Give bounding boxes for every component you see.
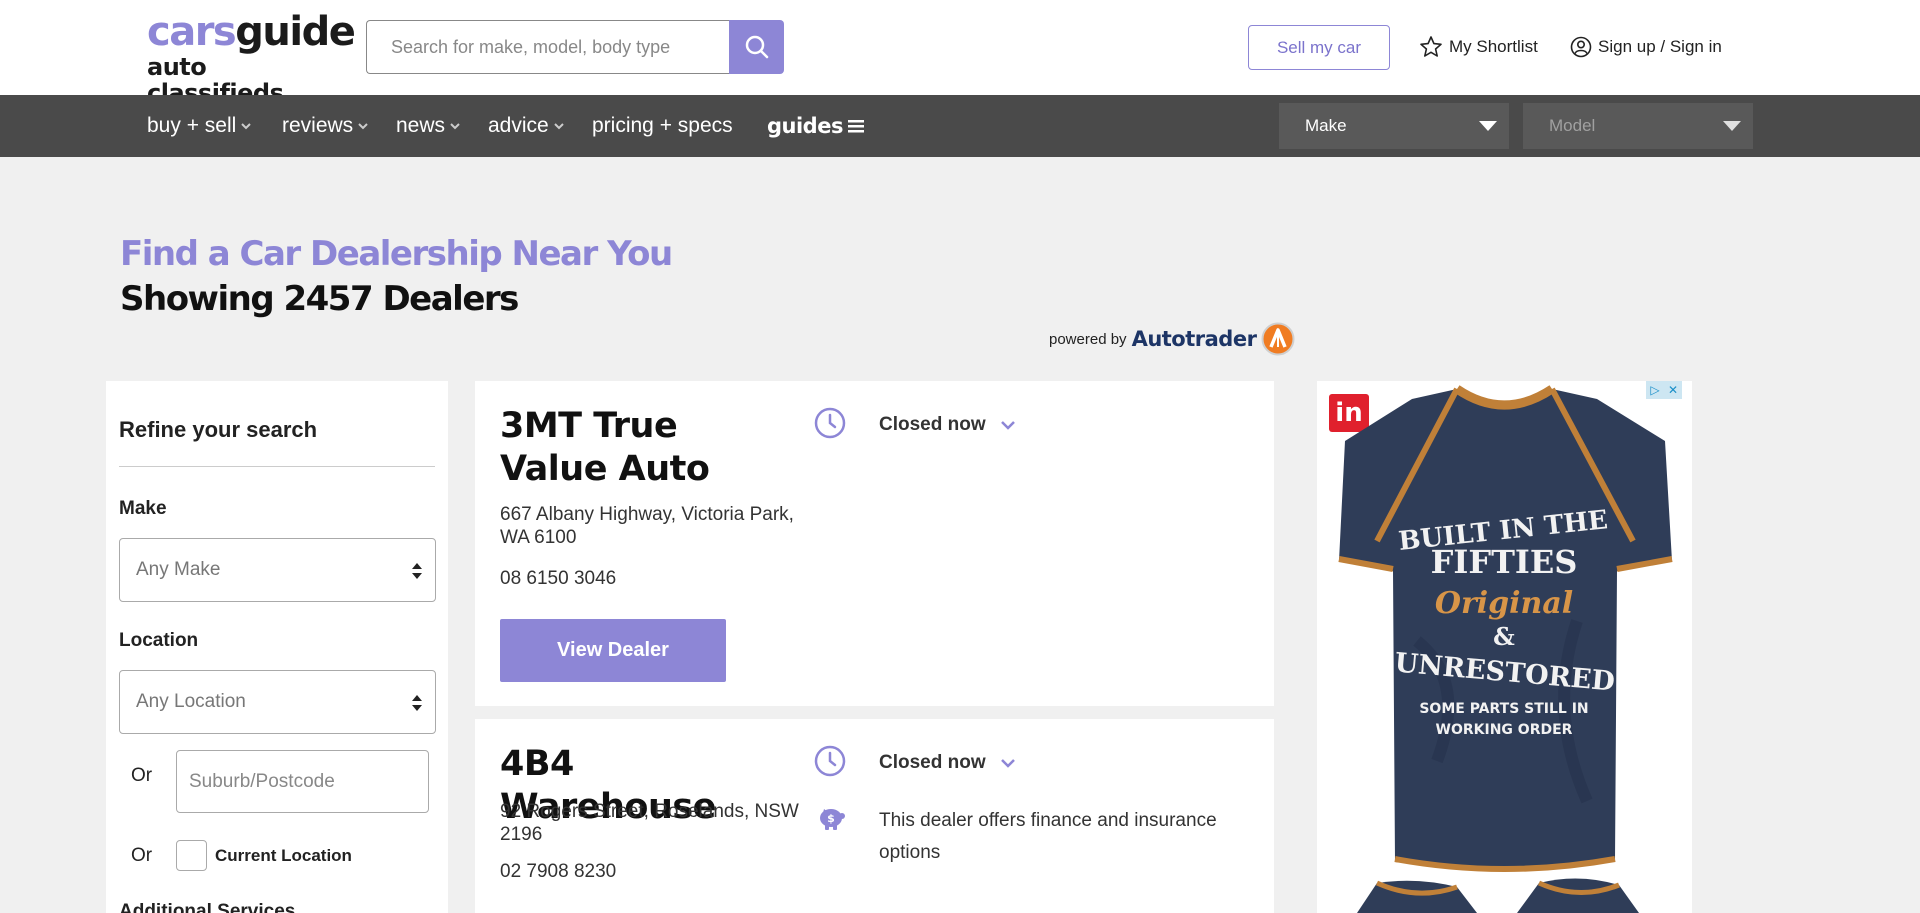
select-arrows-icon	[412, 695, 422, 711]
powered-by-autotrader: powered by Autotrader	[1049, 322, 1295, 356]
view-dealer-button[interactable]: View Dealer	[500, 619, 726, 682]
nav-reviews[interactable]: reviews	[282, 95, 369, 157]
ad-choices[interactable]: ▷ ✕	[1646, 381, 1682, 399]
chevron-down-icon	[1000, 759, 1015, 768]
shirt-line1: BUILT IN THE	[1397, 505, 1609, 557]
make-label: Make	[119, 498, 167, 519]
dropdown-arrow-icon	[1723, 121, 1741, 131]
suburb-placeholder: Suburb/Postcode	[189, 770, 335, 792]
opening-status-toggle[interactable]: Closed now	[879, 414, 1016, 436]
shirt-line7: WORKING ORDER	[1436, 722, 1573, 738]
chevron-down-icon	[358, 123, 368, 130]
select-arrows-icon	[412, 563, 422, 579]
nav-guides[interactable]: guides	[767, 95, 865, 157]
logo-cars: cars	[147, 9, 237, 55]
powered-by-label: powered by	[1049, 330, 1127, 348]
make-select[interactable]: Make	[1279, 103, 1509, 149]
search-icon	[745, 35, 768, 59]
refine-search-panel: Refine your search Make Any Make Locatio…	[106, 381, 448, 913]
advertisement[interactable]: ▷ ✕ in BUILT IN THE FIFTIES Original & U…	[1317, 381, 1692, 913]
close-icon[interactable]: ✕	[1664, 381, 1682, 399]
site-header: carsguide auto classifieds Search for ma…	[0, 0, 1920, 106]
or-label: Or	[131, 845, 153, 866]
dealer-address: 92 Rogers Street, Roselands, NSW 2196	[500, 801, 799, 845]
dealer-count: Showing 2457 Dealers	[120, 279, 519, 319]
suburb-postcode-input[interactable]: Suburb/Postcode	[176, 750, 429, 813]
menu-icon	[847, 120, 864, 133]
ad-brand-badge: in	[1329, 394, 1369, 432]
opening-status: Closed now	[879, 752, 986, 773]
shirt-line2: FIFTIES	[1431, 543, 1578, 581]
nav-pricing-specs[interactable]: pricing + specs	[592, 95, 733, 157]
refine-search-title: Refine your search	[119, 417, 318, 442]
dealer-card: 4B4 Warehouse 92 Rogers Street, Roseland…	[475, 719, 1274, 913]
nav-pricing-specs-label: pricing + specs	[592, 114, 733, 137]
search-button[interactable]	[729, 20, 784, 74]
shirt-line4: &	[1493, 622, 1515, 651]
my-shortlist-link[interactable]: My Shortlist	[1419, 34, 1538, 60]
search-placeholder: Search for make, model, body type	[391, 36, 671, 57]
location-label: Location	[119, 630, 199, 651]
user-icon	[1570, 36, 1592, 58]
make-filter-select[interactable]: Any Make	[119, 538, 436, 602]
finance-info: This dealer offers finance and insurance…	[879, 810, 1217, 863]
shirt-line3: Original	[1435, 586, 1573, 621]
carsguide-logo[interactable]: carsguide auto classifieds	[147, 9, 356, 106]
clock-icon	[814, 745, 846, 777]
opening-status-toggle[interactable]: Closed now	[879, 752, 1016, 774]
search-input[interactable]: Search for make, model, body type	[366, 20, 729, 74]
piggy-bank-icon: $	[820, 809, 845, 830]
autotrader-logo-icon	[1261, 322, 1295, 356]
nav-advice-label: advice	[488, 114, 549, 137]
nav-news-label: news	[396, 114, 446, 137]
svg-text:$: $	[827, 812, 835, 825]
dealer-name[interactable]: 3MT True Value Auto	[500, 405, 790, 491]
shortlist-label: My Shortlist	[1449, 37, 1538, 56]
autotrader-brand: Autotrader	[1131, 327, 1257, 351]
nav-guides-label: guides	[767, 114, 843, 138]
nav-news[interactable]: news	[396, 95, 461, 157]
signin-label: Sign up / Sign in	[1598, 37, 1722, 56]
nav-buy-sell-label: buy + sell	[147, 114, 237, 137]
chevron-down-icon	[1000, 421, 1015, 430]
main-nav: buy + sell reviews news advice pricing +…	[0, 95, 1920, 157]
chevron-down-icon	[553, 123, 564, 130]
current-location-label: Current Location	[215, 846, 352, 865]
tshirt-image	[1338, 385, 1673, 913]
or-label: Or	[131, 765, 153, 786]
model-select-label: Model	[1549, 116, 1596, 135]
model-select[interactable]: Model	[1523, 103, 1753, 149]
additional-services-label: Additional Services	[119, 901, 296, 913]
shirt-line5: UNRESTORED	[1393, 647, 1616, 697]
clock-icon	[814, 407, 846, 439]
shirt-line6: SOME PARTS STILL IN	[1419, 701, 1588, 717]
dealer-card: 3MT True Value Auto 667 Albany Highway, …	[475, 381, 1274, 706]
page-title: Find a Car Dealership Near You	[120, 234, 673, 274]
chevron-down-icon	[241, 123, 252, 130]
location-filter-select[interactable]: Any Location	[119, 670, 436, 734]
dealer-phone[interactable]: 08 6150 3046	[500, 568, 616, 590]
ad-info-icon[interactable]: ▷	[1646, 381, 1664, 399]
nav-reviews-label: reviews	[282, 114, 354, 137]
tshirt-graphic-text: BUILT IN THE FIFTIES Original & UNRESTOR…	[1393, 505, 1616, 738]
nav-advice[interactable]: advice	[488, 95, 565, 157]
star-icon	[1420, 36, 1442, 57]
make-select-label: Make	[1305, 116, 1347, 135]
dropdown-arrow-icon	[1479, 121, 1497, 131]
opening-status: Closed now	[879, 414, 986, 435]
location-filter-value: Any Location	[136, 691, 246, 712]
sign-in-link[interactable]: Sign up / Sign in	[1570, 34, 1722, 60]
make-filter-value: Any Make	[136, 559, 221, 580]
dealer-address: 667 Albany Highway, Victoria Park, WA 61…	[500, 504, 794, 548]
sell-my-car-button[interactable]: Sell my car	[1248, 25, 1390, 70]
dealer-phone[interactable]: 02 7908 8230	[500, 861, 616, 883]
divider	[119, 466, 435, 467]
logo-guide: guide	[235, 9, 356, 55]
current-location-checkbox[interactable]	[176, 840, 207, 871]
nav-buy-sell[interactable]: buy + sell	[147, 95, 252, 157]
chevron-down-icon	[450, 123, 460, 130]
